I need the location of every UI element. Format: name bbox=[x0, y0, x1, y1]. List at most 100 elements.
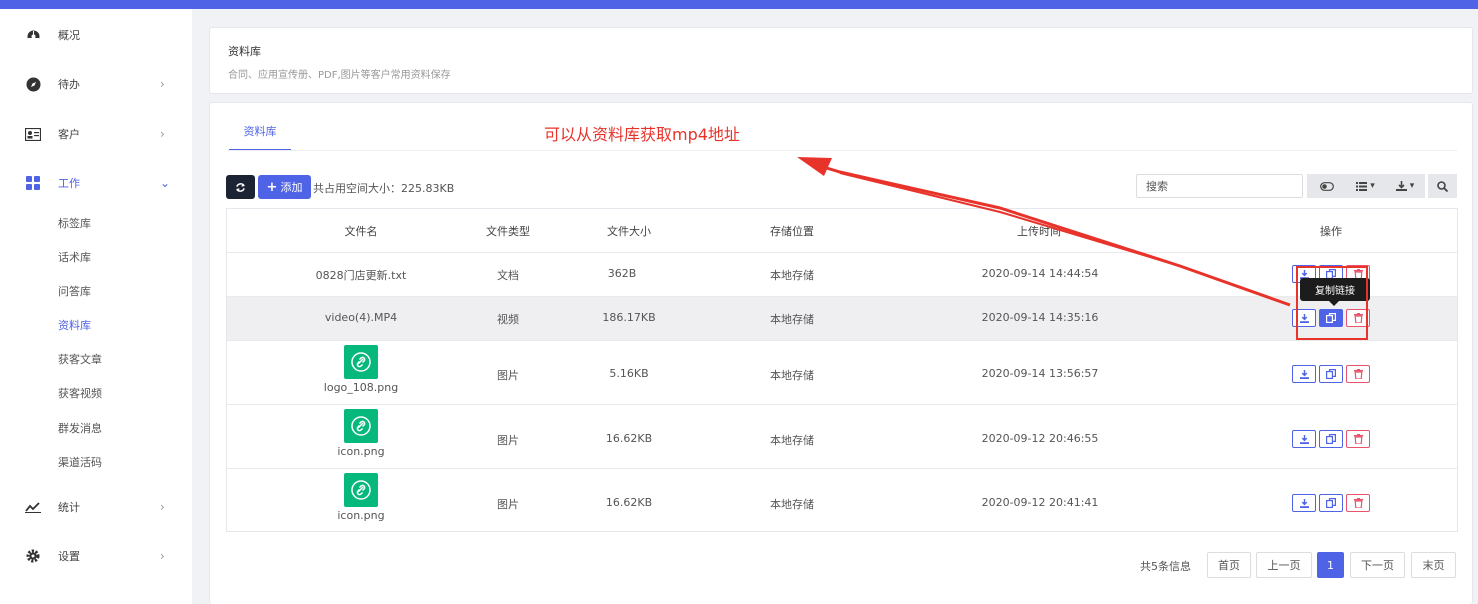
sidebar-item-label: 统计 bbox=[58, 501, 80, 514]
col-header-type: 文件类型 bbox=[486, 225, 530, 238]
copy-link-button[interactable] bbox=[1319, 309, 1343, 327]
col-header-storage: 存储位置 bbox=[770, 225, 814, 238]
chevron-right-icon: › bbox=[160, 77, 165, 91]
sidebar-item-overview[interactable]: 概况 bbox=[0, 22, 192, 48]
sidebar-sub-articles[interactable]: 获客文章 bbox=[58, 351, 102, 367]
copy-icon bbox=[1326, 434, 1336, 444]
pagination-prev[interactable]: 上一页 bbox=[1256, 552, 1312, 578]
file-storage: 本地存储 bbox=[770, 269, 814, 282]
file-time: 2020-09-12 20:41:41 bbox=[981, 496, 1099, 509]
col-header-upload-time: 上传时间 bbox=[1017, 225, 1061, 238]
columns-dropdown-button[interactable]: ▾ bbox=[1346, 174, 1385, 198]
download-icon bbox=[1299, 313, 1309, 323]
trend-icon bbox=[25, 499, 41, 515]
pagination-page-current[interactable]: 1 bbox=[1317, 552, 1344, 578]
sidebar-item-label: 客户 bbox=[58, 128, 80, 141]
chevron-right-icon: › bbox=[160, 127, 165, 141]
row-actions bbox=[1292, 494, 1370, 512]
delete-button[interactable] bbox=[1346, 430, 1370, 448]
delete-button[interactable] bbox=[1346, 494, 1370, 512]
download-icon bbox=[1395, 181, 1407, 191]
list-icon bbox=[1356, 181, 1368, 191]
pagination-info: 共5条信息 bbox=[1140, 560, 1191, 573]
table-row: 0828门店更新.txt 文档 362B 本地存储 2020-09-14 14:… bbox=[227, 252, 1457, 296]
file-size: 16.62KB bbox=[605, 432, 653, 445]
download-button[interactable] bbox=[1292, 365, 1316, 383]
file-type: 图片 bbox=[497, 498, 519, 511]
table-row: icon.png 图片 16.62KB 本地存储 2020-09-12 20:4… bbox=[227, 404, 1457, 468]
file-size: 5.16KB bbox=[609, 367, 649, 380]
file-name: 0828门店更新.txt bbox=[315, 269, 407, 282]
file-name: logo_108.png bbox=[323, 381, 399, 394]
file-size: 362B bbox=[607, 267, 637, 280]
sidebar-sub-tags[interactable]: 标签库 bbox=[58, 215, 91, 231]
row-actions bbox=[1292, 365, 1370, 383]
sidebar-item-label: 概况 bbox=[58, 29, 80, 42]
page-subtitle: 合同、应用宣传册、PDF,图片等客户常用资料保存 bbox=[228, 70, 451, 81]
search-icon bbox=[1437, 180, 1448, 192]
compass-icon bbox=[25, 76, 41, 92]
sidebar-item-label: 工作 bbox=[58, 177, 80, 190]
download-icon bbox=[1299, 498, 1309, 508]
sidebar-sub-scripts[interactable]: 话术库 bbox=[58, 249, 91, 265]
table-row: logo_108.png 图片 5.16KB 本地存储 2020-09-14 1… bbox=[227, 340, 1457, 404]
sidebar-sub-qa[interactable]: 问答库 bbox=[58, 283, 91, 299]
grid-icon bbox=[25, 175, 41, 191]
copy-link-button[interactable] bbox=[1319, 430, 1343, 448]
chevron-right-icon: › bbox=[160, 500, 165, 514]
sidebar-sub-channel-code[interactable]: 渠道活码 bbox=[58, 454, 102, 470]
copy-link-tooltip: 复制链接 bbox=[1300, 278, 1370, 306]
sidebar-item-stats[interactable]: 统计 › bbox=[0, 494, 192, 520]
copy-link-button[interactable] bbox=[1319, 365, 1343, 383]
contact-card-icon bbox=[25, 126, 41, 142]
sidebar-item-settings[interactable]: 设置 › bbox=[0, 543, 192, 569]
file-name: icon.png bbox=[337, 509, 385, 522]
file-name: icon.png bbox=[337, 445, 385, 458]
delete-button[interactable] bbox=[1346, 309, 1370, 327]
col-header-actions: 操作 bbox=[1320, 225, 1342, 238]
sidebar-sub-broadcast[interactable]: 群发消息 bbox=[58, 420, 102, 436]
sidebar-item-todo[interactable]: 待办 › bbox=[0, 71, 192, 97]
sidebar-sub-videos[interactable]: 获客视频 bbox=[58, 385, 102, 401]
caret-down-icon: ▾ bbox=[1409, 181, 1415, 191]
file-thumbnail bbox=[344, 473, 378, 507]
toggle-view-button[interactable] bbox=[1307, 174, 1346, 198]
tab-library[interactable]: 资料库 bbox=[229, 123, 291, 151]
export-dropdown-button[interactable]: ▾ bbox=[1385, 174, 1425, 198]
top-accent-bar bbox=[0, 0, 1478, 9]
annotation-text: 可以从资料库获取mp4地址 bbox=[544, 125, 740, 144]
add-button[interactable]: + 添加 bbox=[258, 175, 311, 199]
search-button[interactable] bbox=[1428, 174, 1457, 198]
pagination-first[interactable]: 首页 bbox=[1207, 552, 1251, 578]
file-size: 16.62KB bbox=[605, 496, 653, 509]
toggle-icon bbox=[1319, 181, 1334, 191]
sidebar-item-customers[interactable]: 客户 › bbox=[0, 121, 192, 147]
page-header-card: 资料库 合同、应用宣传册、PDF,图片等客户常用资料保存 bbox=[209, 27, 1473, 94]
refresh-icon bbox=[236, 182, 245, 192]
download-button[interactable] bbox=[1292, 430, 1316, 448]
link-icon bbox=[351, 480, 371, 500]
pagination-last[interactable]: 末页 bbox=[1411, 552, 1456, 578]
refresh-button[interactable] bbox=[226, 175, 255, 199]
sidebar-item-label: 待办 bbox=[58, 78, 80, 91]
sidebar-item-work[interactable]: 工作 ⌄ bbox=[0, 170, 192, 196]
link-icon bbox=[351, 352, 371, 372]
download-button[interactable] bbox=[1292, 309, 1316, 327]
copy-icon bbox=[1326, 498, 1336, 508]
download-button[interactable] bbox=[1292, 494, 1316, 512]
file-thumbnail bbox=[344, 345, 378, 379]
file-type: 图片 bbox=[497, 434, 519, 447]
table-row: icon.png 图片 16.62KB 本地存储 2020-09-12 20:4… bbox=[227, 468, 1457, 532]
pagination-next[interactable]: 下一页 bbox=[1350, 552, 1405, 578]
delete-button[interactable] bbox=[1346, 365, 1370, 383]
link-icon bbox=[351, 416, 371, 436]
file-storage: 本地存储 bbox=[770, 434, 814, 447]
sidebar-sub-library[interactable]: 资料库 bbox=[58, 317, 91, 333]
copy-link-button[interactable] bbox=[1319, 494, 1343, 512]
copy-icon bbox=[1326, 313, 1336, 323]
search-input[interactable] bbox=[1136, 174, 1303, 198]
tab-divider bbox=[227, 150, 1457, 151]
col-header-name: 文件名 bbox=[344, 225, 378, 238]
sidebar-item-label: 设置 bbox=[58, 550, 80, 563]
file-storage: 本地存储 bbox=[770, 498, 814, 511]
